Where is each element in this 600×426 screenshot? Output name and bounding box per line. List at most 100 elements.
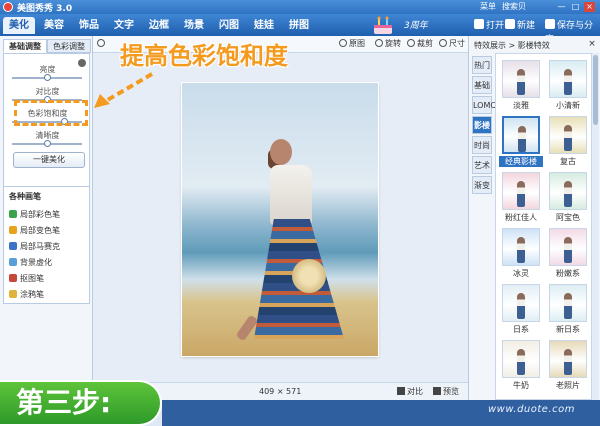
anniversary-cake-icon (374, 16, 392, 34)
close-button[interactable]: × (584, 2, 595, 12)
brush-label: 抠图笔 (20, 274, 44, 283)
tab-beauty[interactable]: 美容 (38, 17, 70, 34)
minimize-button[interactable]: — (556, 2, 567, 12)
effect-thumbnail[interactable]: 经典影楼 (499, 116, 543, 170)
effect-preview-image (502, 340, 540, 378)
tab-text[interactable]: 文字 (108, 17, 140, 34)
effect-thumbnail[interactable]: 粉嫩系 (546, 228, 590, 282)
brush-cutout[interactable]: 抠图笔 (9, 273, 44, 285)
resize-button[interactable]: 尺寸 (439, 38, 465, 50)
effect-thumbnail[interactable]: 老照片 (546, 340, 590, 394)
effect-preview-image (549, 340, 587, 378)
effect-category-tab[interactable]: 热门 (472, 56, 492, 74)
effect-category-tab[interactable]: 基础 (472, 76, 492, 94)
tab-accessories[interactable]: 饰品 (73, 17, 105, 34)
tab-doll[interactable]: 娃娃 (248, 17, 280, 34)
save-share-button[interactable]: 保存与分享 (545, 19, 600, 45)
open-button[interactable]: 打开 (474, 19, 504, 33)
crop-icon (407, 39, 415, 47)
effect-label: 阿宝色 (556, 213, 580, 222)
brush-doodle[interactable]: 涂鸦笔 (9, 289, 44, 301)
sharpness-slider[interactable] (12, 140, 82, 147)
brush-background-blur[interactable]: 背景虚化 (9, 257, 52, 269)
effect-preview-figure (517, 293, 525, 319)
new-label: 新建 (517, 21, 536, 31)
effect-preview-figure (564, 69, 572, 95)
crop-label: 裁剪 (417, 39, 433, 48)
effect-preview-image (549, 284, 587, 322)
preview-icon (433, 387, 441, 395)
effect-thumbnail[interactable]: 复古 (546, 116, 590, 170)
effect-preview-image (549, 116, 587, 154)
panel-close-icon[interactable]: × (587, 39, 597, 49)
tab-flash[interactable]: 闪图 (213, 17, 245, 34)
effect-preview-figure (517, 237, 525, 263)
effect-preview-figure (564, 293, 572, 319)
maximize-button[interactable]: □ (570, 2, 581, 12)
scrollbar-thumb[interactable] (593, 55, 598, 125)
photo-hat (292, 259, 326, 293)
effect-thumbnail[interactable]: 冰灵 (499, 228, 543, 282)
edited-photo[interactable] (182, 83, 378, 356)
effect-preview-image (502, 172, 540, 210)
new-button[interactable]: 新建 (505, 19, 535, 33)
brush-label: 局部变色笔 (20, 226, 60, 235)
magnifier-icon (97, 39, 105, 47)
effect-category-tab[interactable]: 渐变 (472, 176, 492, 194)
original-icon (339, 39, 347, 47)
tab-beautify[interactable]: 美化 (3, 17, 35, 34)
original-button[interactable]: 原图 (339, 38, 365, 50)
effect-thumbnail[interactable]: 新日系 (546, 284, 590, 338)
effect-thumbnail[interactable]: 淡雅 (499, 60, 543, 114)
search-menu-button[interactable]: 搜索贝 (502, 1, 526, 12)
compare-button[interactable]: 对比 (397, 386, 423, 397)
left-adjust-panel: 基础调整 色彩调整 亮度 对比度 色彩饱和度 清晰度 一键美化 各种画笔 局部彩… (0, 36, 93, 382)
effect-label: 冰灵 (513, 269, 529, 278)
effects-scrollbar[interactable] (592, 53, 599, 400)
effect-grid: 淡雅 小清新 经典影楼 复古粉红佳人 阿宝色冰灵 粉嫩系 日系 新日系 牛奶 老照片 (495, 53, 592, 400)
effect-preview-figure (518, 126, 526, 152)
effect-thumbnail[interactable]: 小清新 (546, 60, 590, 114)
site-watermark: www.duote.com (488, 404, 575, 415)
effect-preview-image (549, 172, 587, 210)
mosaic-brush-icon (9, 242, 17, 250)
compare-icon (397, 387, 405, 395)
resize-icon (439, 39, 447, 47)
save-icon (545, 19, 555, 29)
effect-preview-figure (517, 349, 525, 375)
instruction-annotation: 提高色彩饱和度 (120, 42, 288, 70)
rotate-button[interactable]: 旋转 (375, 38, 401, 50)
effect-preview-image (502, 116, 540, 154)
step-banner: 第三步: (0, 380, 162, 426)
tab-collage[interactable]: 拼图 (283, 17, 315, 34)
effect-category-tab[interactable]: LOMO (472, 96, 497, 114)
effect-category-tab[interactable]: 时尚 (472, 136, 492, 154)
brush-local-mosaic[interactable]: 局部马赛克 (9, 241, 60, 253)
tab-frame[interactable]: 边框 (143, 17, 175, 34)
preview-button[interactable]: 预览 (433, 386, 459, 397)
one-click-beautify-button[interactable]: 一键美化 (13, 152, 85, 168)
brush-local-color[interactable]: 局部彩色笔 (9, 209, 60, 221)
crop-button[interactable]: 裁剪 (407, 38, 433, 50)
rotate-icon (375, 39, 383, 47)
original-label: 原图 (349, 39, 365, 48)
tab-basic-adjust[interactable]: 基础调整 (3, 39, 47, 53)
brush-label: 局部彩色笔 (20, 210, 60, 219)
effect-thumbnail[interactable]: 牛奶 (499, 340, 543, 394)
tab-scene[interactable]: 场景 (178, 17, 210, 34)
brightness-slider[interactable] (12, 74, 82, 81)
effect-category-tab[interactable]: 影楼 (472, 116, 492, 134)
effect-thumbnail[interactable]: 粉红佳人 (499, 172, 543, 226)
zoom-button[interactable] (97, 38, 107, 50)
slider-knob[interactable] (43, 140, 51, 147)
doodle-brush-icon (9, 290, 17, 298)
effect-thumbnail[interactable]: 阿宝色 (546, 172, 590, 226)
effect-category-tab[interactable]: 艺术 (472, 156, 492, 174)
open-label: 打开 (486, 21, 505, 31)
menu-button[interactable]: 菜单 (480, 1, 496, 12)
slider-knob[interactable] (43, 74, 51, 81)
effect-label: 复古 (560, 157, 576, 166)
effect-thumbnail[interactable]: 日系 (499, 284, 543, 338)
brush-local-recolor[interactable]: 局部变色笔 (9, 225, 60, 237)
tab-color-adjust[interactable]: 色彩调整 (47, 39, 91, 53)
